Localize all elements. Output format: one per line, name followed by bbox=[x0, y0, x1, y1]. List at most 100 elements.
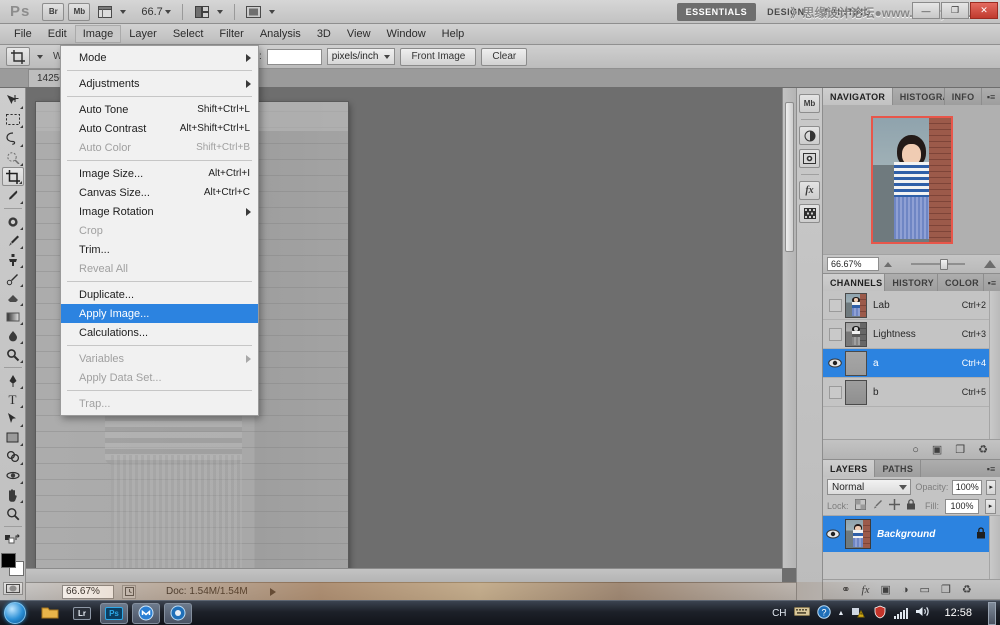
lock-all-icon[interactable] bbox=[906, 499, 916, 513]
zoom-tool[interactable] bbox=[2, 504, 24, 523]
channel-visibility-toggle[interactable] bbox=[825, 320, 845, 348]
zoom-out-icon[interactable] bbox=[884, 262, 892, 267]
eraser-tool[interactable] bbox=[2, 288, 24, 307]
tab-color[interactable]: COLOR bbox=[938, 274, 984, 291]
channel-visibility-toggle[interactable] bbox=[825, 349, 845, 377]
layers-panel-menu-icon[interactable]: ▪≡ bbox=[982, 460, 1000, 477]
tab-histogram[interactable]: HISTOGRAM bbox=[893, 88, 945, 105]
canvas-vertical-scrollbar[interactable] bbox=[782, 88, 796, 568]
channel-row-b[interactable]: b Ctrl+5 bbox=[823, 378, 1000, 407]
path-selection-tool[interactable] bbox=[2, 409, 24, 428]
security-icon[interactable] bbox=[873, 605, 887, 622]
mini-bridge-icon[interactable]: Mb bbox=[799, 94, 820, 113]
menu-item-trim[interactable]: Trim... bbox=[61, 240, 258, 259]
hand-tool[interactable] bbox=[2, 485, 24, 504]
menu-filter[interactable]: Filter bbox=[211, 25, 251, 43]
resolution-input[interactable] bbox=[267, 49, 322, 65]
network-warning-icon[interactable] bbox=[851, 605, 866, 621]
rectangular-marquee-tool[interactable] bbox=[2, 110, 24, 129]
show-desktop-button[interactable] bbox=[988, 602, 996, 625]
color-swatches[interactable] bbox=[1, 553, 25, 577]
menu-item-adjustments[interactable]: Adjustments bbox=[61, 74, 258, 93]
resolution-units-select[interactable]: pixels/inch bbox=[327, 48, 396, 65]
layers-scrollbar[interactable] bbox=[989, 516, 1000, 579]
adjustment-layer-icon[interactable]: ◑ bbox=[902, 584, 909, 596]
brush-tool[interactable] bbox=[2, 231, 24, 250]
navigator-zoom-value[interactable]: 66.67% bbox=[827, 257, 879, 271]
tab-history[interactable]: HISTORY bbox=[885, 274, 938, 291]
save-selection-as-channel-icon[interactable]: ▣ bbox=[932, 443, 942, 456]
opacity-stepper[interactable]: ▸ bbox=[986, 480, 996, 495]
layer-visibility-toggle[interactable] bbox=[823, 516, 843, 552]
view-extras-chevron-down-icon[interactable] bbox=[120, 10, 126, 14]
channel-visibility-toggle[interactable] bbox=[825, 291, 845, 319]
blend-mode-select[interactable]: Normal bbox=[827, 479, 911, 495]
zoom-in-icon[interactable] bbox=[984, 260, 996, 268]
status-menu-arrow-icon[interactable] bbox=[270, 588, 276, 596]
navigator-preview[interactable] bbox=[823, 105, 1000, 255]
channel-visibility-toggle[interactable] bbox=[825, 378, 845, 406]
menu-window[interactable]: Window bbox=[379, 25, 434, 43]
lock-transparent-pixels-icon[interactable] bbox=[855, 499, 866, 513]
delete-layer-icon[interactable]: ♻ bbox=[962, 583, 972, 596]
menu-item-duplicate[interactable]: Duplicate... bbox=[61, 285, 258, 304]
ime-indicator[interactable]: CH bbox=[772, 608, 786, 619]
menu-image[interactable]: Image bbox=[75, 25, 122, 43]
menu-select[interactable]: Select bbox=[165, 25, 212, 43]
delete-channel-icon[interactable]: ♻ bbox=[978, 443, 988, 456]
screen-mode-chevron-down-icon[interactable] bbox=[269, 10, 275, 14]
ime-keyboard-icon[interactable] bbox=[794, 606, 810, 620]
layer-mask-icon[interactable]: ▣ bbox=[880, 583, 890, 596]
3d-orbit-tool[interactable] bbox=[2, 466, 24, 485]
menu-item-auto-contrast[interactable]: Auto Contrast Alt+Shift+Ctrl+L bbox=[61, 119, 258, 138]
fill-value[interactable]: 100% bbox=[945, 499, 979, 514]
navigator-zoom-slider[interactable] bbox=[897, 257, 979, 271]
navigator-panel-menu-icon[interactable]: ▪≡ bbox=[982, 88, 1000, 105]
layer-style-icon[interactable]: fx bbox=[862, 584, 870, 596]
menu-item-image-rotation[interactable]: Image Rotation bbox=[61, 202, 258, 221]
load-channel-as-selection-icon[interactable]: ○ bbox=[912, 444, 919, 456]
lightroom-icon[interactable]: Lr bbox=[68, 603, 96, 624]
status-zoom-value[interactable]: 66.67% bbox=[62, 585, 114, 599]
menu-view[interactable]: View bbox=[339, 25, 379, 43]
menu-item-canvas-size[interactable]: Canvas Size... Alt+Ctrl+C bbox=[61, 183, 258, 202]
quick-selection-tool[interactable] bbox=[2, 148, 24, 167]
swatches-icon[interactable] bbox=[799, 204, 820, 223]
menu-3d[interactable]: 3D bbox=[309, 25, 339, 43]
tab-layers[interactable]: LAYERS bbox=[823, 460, 875, 477]
front-image-button[interactable]: Front Image bbox=[400, 48, 476, 66]
appbar-zoom-level[interactable]: 66.7 bbox=[141, 6, 162, 18]
window-minimize-button[interactable]: — bbox=[912, 2, 940, 19]
styles-icon[interactable]: fx bbox=[799, 181, 820, 200]
canvas-horizontal-scrollbar[interactable] bbox=[26, 568, 782, 582]
channel-row-lightness[interactable]: Lightness Ctrl+3 bbox=[823, 320, 1000, 349]
launch-mini-bridge-button[interactable]: Mb bbox=[68, 3, 90, 21]
dodge-tool[interactable] bbox=[2, 345, 24, 364]
crop-tool-icon[interactable] bbox=[6, 47, 30, 66]
arrange-documents-icon[interactable] bbox=[191, 3, 213, 21]
signal-strength-icon[interactable] bbox=[894, 608, 908, 619]
launch-bridge-button[interactable]: Br bbox=[42, 3, 64, 21]
help-icon[interactable]: ? bbox=[817, 605, 831, 622]
maxthon-browser-icon[interactable] bbox=[132, 603, 160, 624]
channels-panel-menu-icon[interactable]: ▪≡ bbox=[984, 274, 1000, 291]
qq-browser-icon[interactable] bbox=[164, 603, 192, 624]
arrange-chevron-down-icon[interactable] bbox=[217, 10, 223, 14]
taskbar-clock[interactable]: 12:58 bbox=[938, 607, 978, 619]
tool-preset-chevron-down-icon[interactable] bbox=[37, 55, 43, 59]
gradient-tool[interactable] bbox=[2, 307, 24, 326]
opacity-value[interactable]: 100% bbox=[952, 480, 982, 495]
fill-stepper[interactable]: ▸ bbox=[985, 499, 996, 514]
window-close-button[interactable]: ✕ bbox=[970, 2, 998, 19]
zoom-chevron-down-icon[interactable] bbox=[165, 10, 171, 14]
channels-scrollbar[interactable] bbox=[989, 291, 1000, 439]
channel-row-a[interactable]: a Ctrl+4 bbox=[823, 349, 1000, 378]
blur-tool[interactable] bbox=[2, 326, 24, 345]
lock-image-pixels-icon[interactable] bbox=[872, 499, 883, 513]
channel-row-lab[interactable]: Lab Ctrl+2 bbox=[823, 291, 1000, 320]
rectangle-shape-tool[interactable] bbox=[2, 428, 24, 447]
link-layers-icon[interactable]: ⚭ bbox=[841, 583, 850, 596]
type-tool[interactable]: T bbox=[2, 390, 24, 409]
move-tool[interactable] bbox=[2, 91, 24, 110]
status-history-icon[interactable] bbox=[122, 585, 136, 599]
